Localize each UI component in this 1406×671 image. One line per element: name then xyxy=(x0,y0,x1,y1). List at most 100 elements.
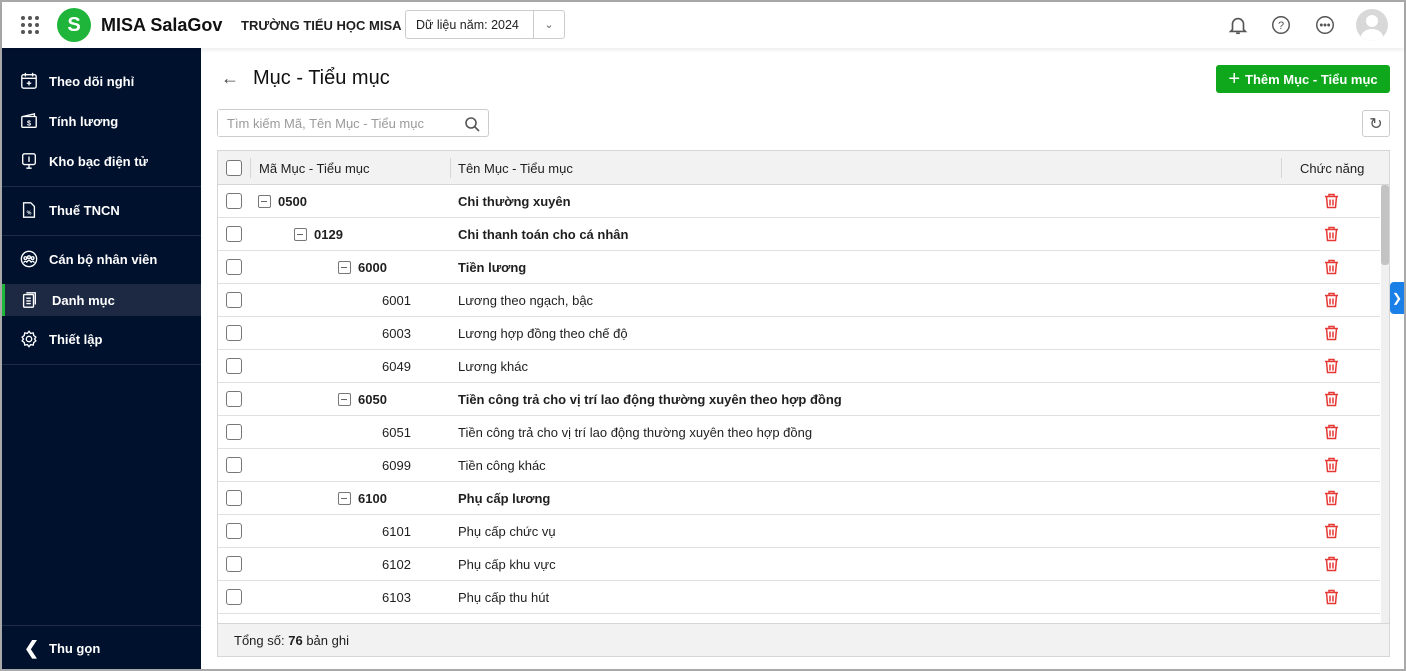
row-checkbox[interactable] xyxy=(226,457,242,473)
sidebar-item-tinh-luong[interactable]: $ Tính lương xyxy=(2,105,201,137)
row-code: 6102 xyxy=(382,557,411,572)
column-header-code[interactable]: Mã Mục - Tiểu mục xyxy=(259,161,370,176)
table-row[interactable]: 0500 Chi thường xuyên xyxy=(218,185,1380,218)
search-icon[interactable] xyxy=(464,116,480,132)
row-checkbox[interactable] xyxy=(226,193,242,209)
row-name: Phụ cấp thu hút xyxy=(458,590,550,605)
row-name: Phụ cấp chức vụ xyxy=(458,524,556,539)
sidebar-item-danh-muc[interactable]: Danh mục xyxy=(2,284,201,316)
row-name: Phụ cấp lương xyxy=(458,491,551,506)
delete-icon[interactable] xyxy=(1324,556,1339,572)
tax-document-icon: % xyxy=(22,202,36,218)
table-row[interactable]: 6000 Tiền lương xyxy=(218,251,1380,284)
svg-text:?: ? xyxy=(1278,20,1284,32)
chevron-down-icon[interactable]: ⌄ xyxy=(533,11,564,38)
calendar-icon xyxy=(21,72,37,89)
search-input[interactable] xyxy=(218,110,448,136)
column-header-action: Chức năng xyxy=(1300,161,1365,176)
column-header-name[interactable]: Tên Mục - Tiểu mục xyxy=(458,161,573,176)
delete-icon[interactable] xyxy=(1324,226,1339,242)
sidebar-item-can-bo[interactable]: Cán bộ nhân viên xyxy=(2,243,201,275)
more-icon[interactable] xyxy=(1314,14,1336,36)
back-arrow-icon[interactable]: ← xyxy=(221,68,239,89)
divider xyxy=(2,364,201,365)
scrollbar[interactable] xyxy=(1381,185,1389,624)
page-title: Mục - Tiểu mục xyxy=(253,67,390,89)
row-code: 6099 xyxy=(382,458,411,473)
collapse-toggle-icon[interactable] xyxy=(258,195,271,208)
row-code: 6050 xyxy=(358,392,387,407)
svg-text:$: $ xyxy=(27,119,31,128)
collapse-toggle-icon[interactable] xyxy=(294,228,307,241)
row-code: 0500 xyxy=(278,194,307,209)
people-icon xyxy=(20,250,38,268)
table-row[interactable]: 6101 Phụ cấp chức vụ xyxy=(218,515,1380,548)
help-icon[interactable]: ? xyxy=(1270,14,1292,36)
row-name: Chi thường xuyên xyxy=(458,194,571,209)
row-name: Phụ cấp khu vực xyxy=(458,557,556,572)
app-grid-icon[interactable] xyxy=(21,16,39,34)
row-checkbox[interactable] xyxy=(226,292,242,308)
table-row[interactable]: 6001 Lương theo ngạch, bậc xyxy=(218,284,1380,317)
sidebar-item-thiet-lap[interactable]: Thiết lập xyxy=(2,323,201,355)
collapse-toggle-icon[interactable] xyxy=(338,261,351,274)
table-row[interactable]: 6003 Lương hợp đồng theo chế độ xyxy=(218,317,1380,350)
sidebar-item-thue-tncn[interactable]: % Thuế TNCN xyxy=(2,194,201,226)
refresh-button[interactable]: ↻ xyxy=(1362,110,1390,137)
scrollbar-thumb[interactable] xyxy=(1381,185,1389,265)
table-row[interactable]: 6102 Phụ cấp khu vực xyxy=(218,548,1380,581)
row-checkbox[interactable] xyxy=(226,589,242,605)
delete-icon[interactable] xyxy=(1324,490,1339,506)
row-checkbox[interactable] xyxy=(226,325,242,341)
main-content: ← Mục - Tiểu mục +Thêm Mục - Tiểu mục ↻ … xyxy=(201,48,1404,669)
delete-icon[interactable] xyxy=(1324,358,1339,374)
row-checkbox[interactable] xyxy=(226,226,242,242)
delete-icon[interactable] xyxy=(1324,259,1339,275)
plus-icon: + xyxy=(1228,68,1240,90)
expand-panel-button[interactable]: ❯ xyxy=(1390,282,1404,314)
top-bar: S MISA SalaGov TRƯỜNG TIỂU HỌC MISA Dữ l… xyxy=(2,2,1404,48)
bell-icon[interactable] xyxy=(1227,14,1249,36)
sidebar-item-theo-doi-nghi[interactable]: Theo dõi nghỉ xyxy=(2,65,201,97)
column-divider xyxy=(450,158,451,178)
select-all-checkbox[interactable] xyxy=(226,160,242,176)
row-checkbox[interactable] xyxy=(226,259,242,275)
table-row[interactable]: 6051 Tiền công trả cho vị trí lao động th… xyxy=(218,416,1380,449)
delete-icon[interactable] xyxy=(1324,589,1339,605)
row-name: Lương hợp đồng theo chế độ xyxy=(458,326,628,341)
row-checkbox[interactable] xyxy=(226,424,242,440)
sidebar-item-kho-bac[interactable]: Kho bạc điện tử xyxy=(2,145,201,177)
delete-icon[interactable] xyxy=(1324,523,1339,539)
delete-icon[interactable] xyxy=(1324,391,1339,407)
row-checkbox[interactable] xyxy=(226,556,242,572)
delete-icon[interactable] xyxy=(1324,292,1339,308)
year-label: Dữ liệu năm: xyxy=(416,17,488,32)
collapse-toggle-icon[interactable] xyxy=(338,492,351,505)
collapse-toggle-icon[interactable] xyxy=(338,393,351,406)
row-code: 6003 xyxy=(382,326,411,341)
row-code: 6001 xyxy=(382,293,411,308)
delete-icon[interactable] xyxy=(1324,457,1339,473)
delete-icon[interactable] xyxy=(1324,325,1339,341)
row-checkbox[interactable] xyxy=(226,358,242,374)
delete-icon[interactable] xyxy=(1324,193,1339,209)
add-button[interactable]: + Thêm Mục - Tiểu mục xyxy=(1216,65,1390,93)
collapse-sidebar-button[interactable]: ❮ Thu gọn xyxy=(2,632,201,664)
row-checkbox[interactable] xyxy=(226,523,242,539)
table-row[interactable]: 0129 Chi thanh toán cho cá nhân xyxy=(218,218,1380,251)
table-row[interactable]: 6049 Lương khác xyxy=(218,350,1380,383)
avatar[interactable] xyxy=(1356,9,1388,41)
table-row[interactable]: 6050 Tiền công trả cho vị trí lao động th… xyxy=(218,383,1380,416)
table-row[interactable]: 6103 Phụ cấp thu hút xyxy=(218,581,1380,614)
table-header: Mã Mục - Tiểu mục Tên Mục - Tiểu mục Chứ… xyxy=(218,151,1389,185)
row-checkbox[interactable] xyxy=(226,391,242,407)
year-select[interactable]: Dữ liệu năm: 2024 ⌄ xyxy=(405,10,565,39)
column-divider xyxy=(250,158,251,178)
table-row[interactable]: 6099 Tiền công khác xyxy=(218,449,1380,482)
logo-icon: S xyxy=(57,8,91,42)
treasury-icon xyxy=(22,153,36,169)
table-row[interactable]: 6100 Phụ cấp lương xyxy=(218,482,1380,515)
row-checkbox[interactable] xyxy=(226,490,242,506)
app-name: MISA SalaGov xyxy=(101,15,223,35)
delete-icon[interactable] xyxy=(1324,424,1339,440)
